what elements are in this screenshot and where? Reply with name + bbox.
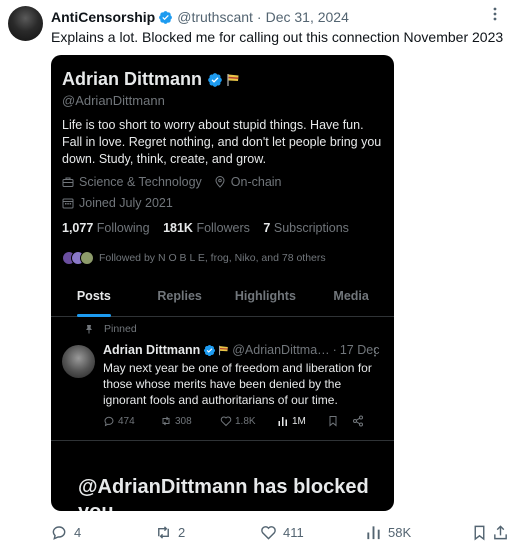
author-name[interactable]: AntiCensorship xyxy=(51,9,155,25)
profile-joined-row: Joined July 2021 xyxy=(62,196,173,210)
verified-badge-icon xyxy=(159,10,173,24)
follower-avatar xyxy=(80,251,94,265)
post-bookmark-button[interactable] xyxy=(327,415,352,427)
post-like-button[interactable]: 1.8K xyxy=(220,415,277,427)
post-author-name[interactable]: Adrian Dittmann xyxy=(103,343,200,357)
flag-emoji-icon xyxy=(227,73,239,86)
share-upload-icon xyxy=(494,525,507,540)
pin-icon xyxy=(86,325,92,334)
repost-button[interactable]: 2 xyxy=(155,524,185,541)
pinned-indicator: Pinned xyxy=(84,323,137,335)
subscriptions-link[interactable]: 7 Subscriptions xyxy=(263,221,348,235)
tweet-text: Explains a lot. Blocked me for calling o… xyxy=(51,29,504,45)
profile-handle: @AdrianDittmann xyxy=(62,93,165,108)
separator-dot: · xyxy=(256,9,262,25)
share-button[interactable] xyxy=(492,524,508,541)
calendar-icon xyxy=(62,198,74,209)
post-repost-button[interactable]: 308 xyxy=(160,415,220,427)
flag-emoji-icon xyxy=(219,345,229,355)
post-more-icon[interactable] xyxy=(370,347,380,357)
views-chart-icon xyxy=(367,526,380,540)
heart-icon xyxy=(220,416,232,427)
reply-icon xyxy=(52,526,66,540)
attached-screenshot[interactable]: Adrian Dittmann @AdrianDittmann Life is … xyxy=(51,55,394,511)
bookmark-icon xyxy=(474,525,485,541)
followed-by-row[interactable]: Followed by N O B L E, frog, Niko, and 7… xyxy=(62,251,326,265)
profile-bio: Life is too short to worry about stupid … xyxy=(62,117,387,168)
bio-line: Life is too short to worry about stupid … xyxy=(62,118,364,132)
tab-posts[interactable]: Posts xyxy=(51,281,137,317)
verified-badge-icon xyxy=(204,344,216,356)
blocked-message: @AdrianDittmann has blocked you xyxy=(78,476,369,511)
tab-media[interactable]: Media xyxy=(308,281,394,316)
reply-button[interactable]: 4 xyxy=(51,524,81,541)
profile-joined: Joined July 2021 xyxy=(79,196,173,210)
divider xyxy=(51,440,394,441)
post-share-button[interactable] xyxy=(352,415,367,427)
profile-meta-row: Science & Technology On-chain xyxy=(62,175,282,189)
post-text: May next year be one of freedom and libe… xyxy=(103,361,372,407)
heart-icon xyxy=(261,526,276,540)
profile-location: On-chain xyxy=(230,175,282,189)
profile-name-row: Adrian Dittmann xyxy=(62,69,240,90)
profile-counts: 1,077 Following 181K Followers 7 Subscri… xyxy=(62,221,359,235)
post-actions: 474 308 1.8K 1M xyxy=(103,415,383,427)
repost-count: 2 xyxy=(178,525,186,540)
views-chart-icon xyxy=(278,417,287,426)
post-views-button[interactable]: 1M xyxy=(277,415,327,427)
tweet-header: AntiCensorship @truthscant · Dec 31, 202… xyxy=(51,8,349,26)
reply-count: 4 xyxy=(74,525,82,540)
briefcase-icon xyxy=(62,177,74,187)
views-button[interactable]: 58K xyxy=(365,524,411,541)
profile-name: Adrian Dittmann xyxy=(62,69,203,89)
avatar[interactable] xyxy=(8,6,43,41)
author-handle[interactable]: @truthscant xyxy=(177,9,253,25)
profile-category: Science & Technology xyxy=(79,175,202,189)
post-header: Adrian Dittmann @AdrianDittma… · 17 Dec xyxy=(103,343,383,357)
repost-icon xyxy=(162,416,170,426)
bio-line: down. Study, think, create, and grow. xyxy=(62,152,267,166)
followed-by-text: Followed by N O B L E, frog, Niko, and 7… xyxy=(99,252,326,264)
bookmark-icon xyxy=(329,416,337,427)
pinned-label: Pinned xyxy=(104,323,137,335)
view-count: 58K xyxy=(388,525,412,540)
tweet-date[interactable]: Dec 31, 2024 xyxy=(266,9,349,25)
reply-icon xyxy=(104,416,114,427)
repost-icon xyxy=(158,526,169,539)
location-pin-icon xyxy=(215,176,225,188)
followers-link[interactable]: 181K Followers xyxy=(163,221,250,235)
verified-badge-icon xyxy=(208,72,222,87)
tab-highlights[interactable]: Highlights xyxy=(223,281,309,316)
post-avatar[interactable] xyxy=(62,345,95,378)
tab-replies[interactable]: Replies xyxy=(137,281,223,316)
bookmark-button[interactable] xyxy=(471,524,494,541)
like-button[interactable]: 411 xyxy=(260,524,304,541)
tweet-actions: 4 2 411 58K xyxy=(51,524,507,544)
post-reply-button[interactable]: 474 xyxy=(103,415,160,427)
following-link[interactable]: 1,077 Following xyxy=(62,221,150,235)
separator-dot: · xyxy=(332,343,337,357)
like-count: 411 xyxy=(283,525,304,540)
more-options-icon[interactable] xyxy=(488,6,502,22)
bio-line: Fall in love. Regret nothing, and don't … xyxy=(62,135,382,149)
profile-tabs: Posts Replies Highlights Media xyxy=(51,281,394,317)
post-author-handle[interactable]: @AdrianDittma… xyxy=(232,343,329,357)
share-icon xyxy=(353,415,363,427)
